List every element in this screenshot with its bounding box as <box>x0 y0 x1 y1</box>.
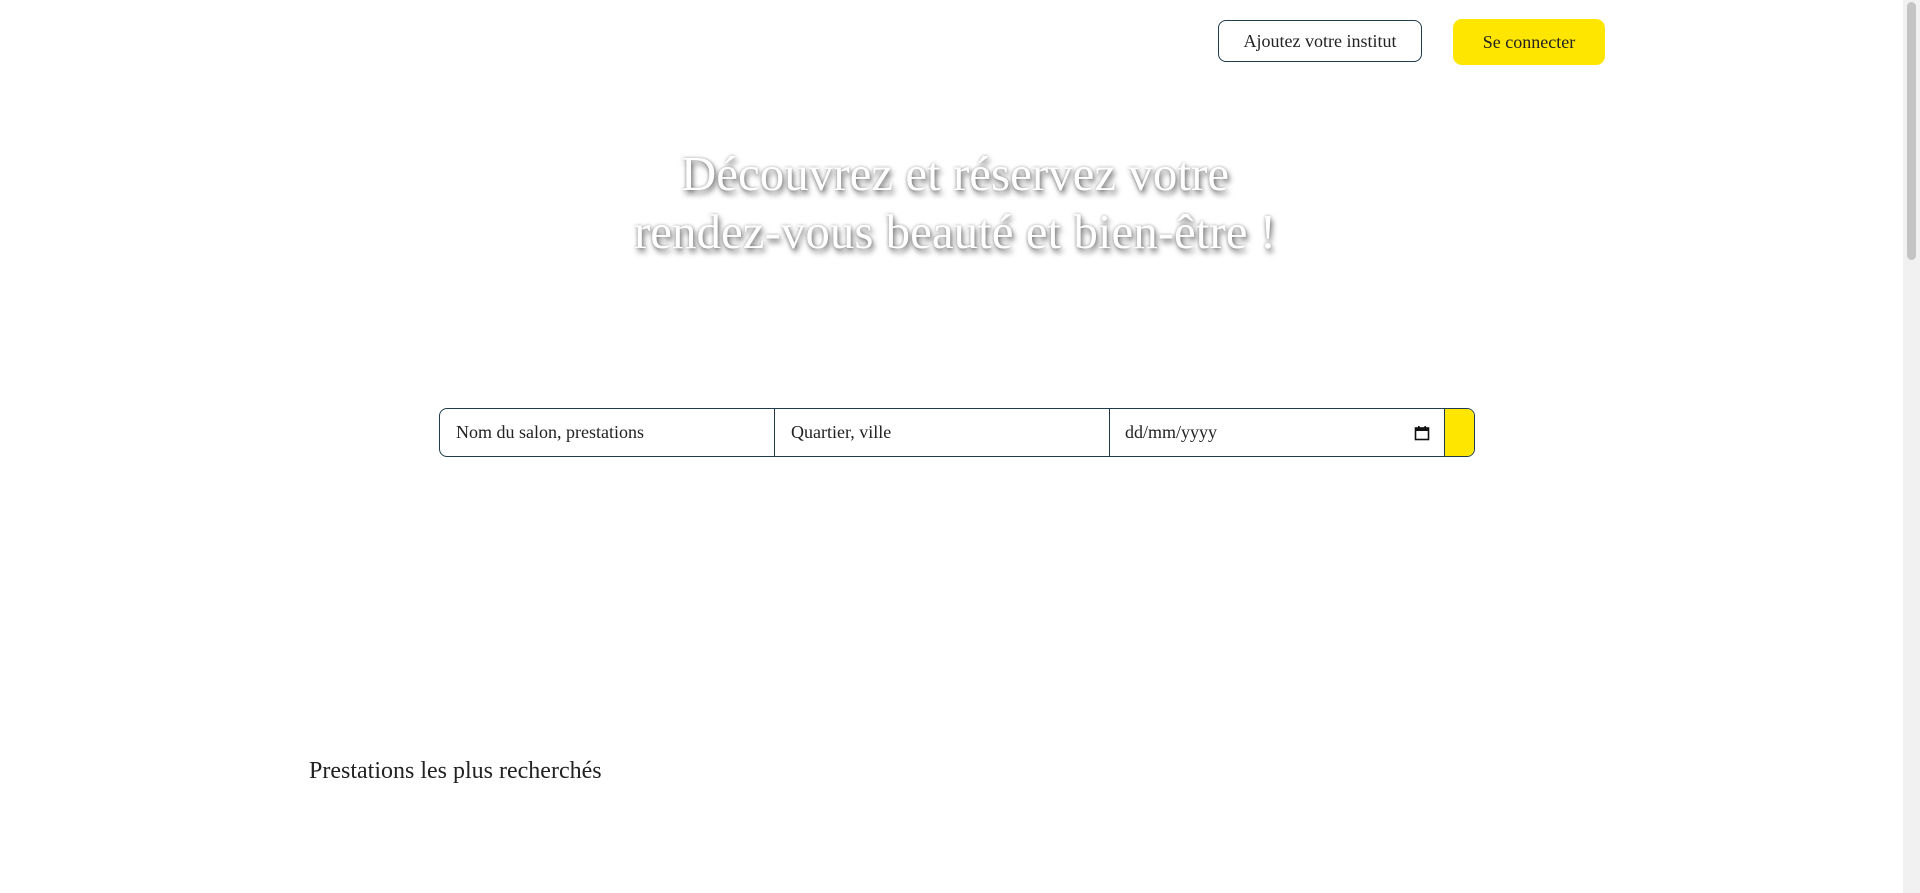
hero-title-line-1: Découvrez et réservez votre <box>680 146 1230 201</box>
search-bar: dd/mm/yyyy <box>439 408 1475 457</box>
add-institute-button[interactable]: Ajoutez votre institut <box>1218 20 1422 62</box>
scrollbar-thumb[interactable] <box>1907 2 1916 260</box>
page: Ajoutez votre institut Se connecter Déco… <box>0 0 1920 893</box>
salon-search-field <box>440 409 775 456</box>
popular-services-title: Prestations les plus recherchés <box>309 758 602 784</box>
search-submit-button[interactable] <box>1445 409 1474 456</box>
hero-title: Découvrez et réservez votre rendez-vous … <box>560 145 1350 261</box>
location-search-field <box>775 409 1110 456</box>
location-search-input[interactable] <box>789 409 1109 456</box>
page-scrollbar[interactable] <box>1903 0 1920 893</box>
date-input[interactable]: dd/mm/yyyy <box>1110 409 1445 456</box>
calendar-icon[interactable] <box>1414 425 1430 441</box>
hero-title-line-2: rendez-vous beauté et bien-être ! <box>633 204 1277 259</box>
login-button[interactable]: Se connecter <box>1453 19 1605 65</box>
date-placeholder: dd/mm/yyyy <box>1125 422 1218 442</box>
salon-search-input[interactable] <box>454 409 774 456</box>
